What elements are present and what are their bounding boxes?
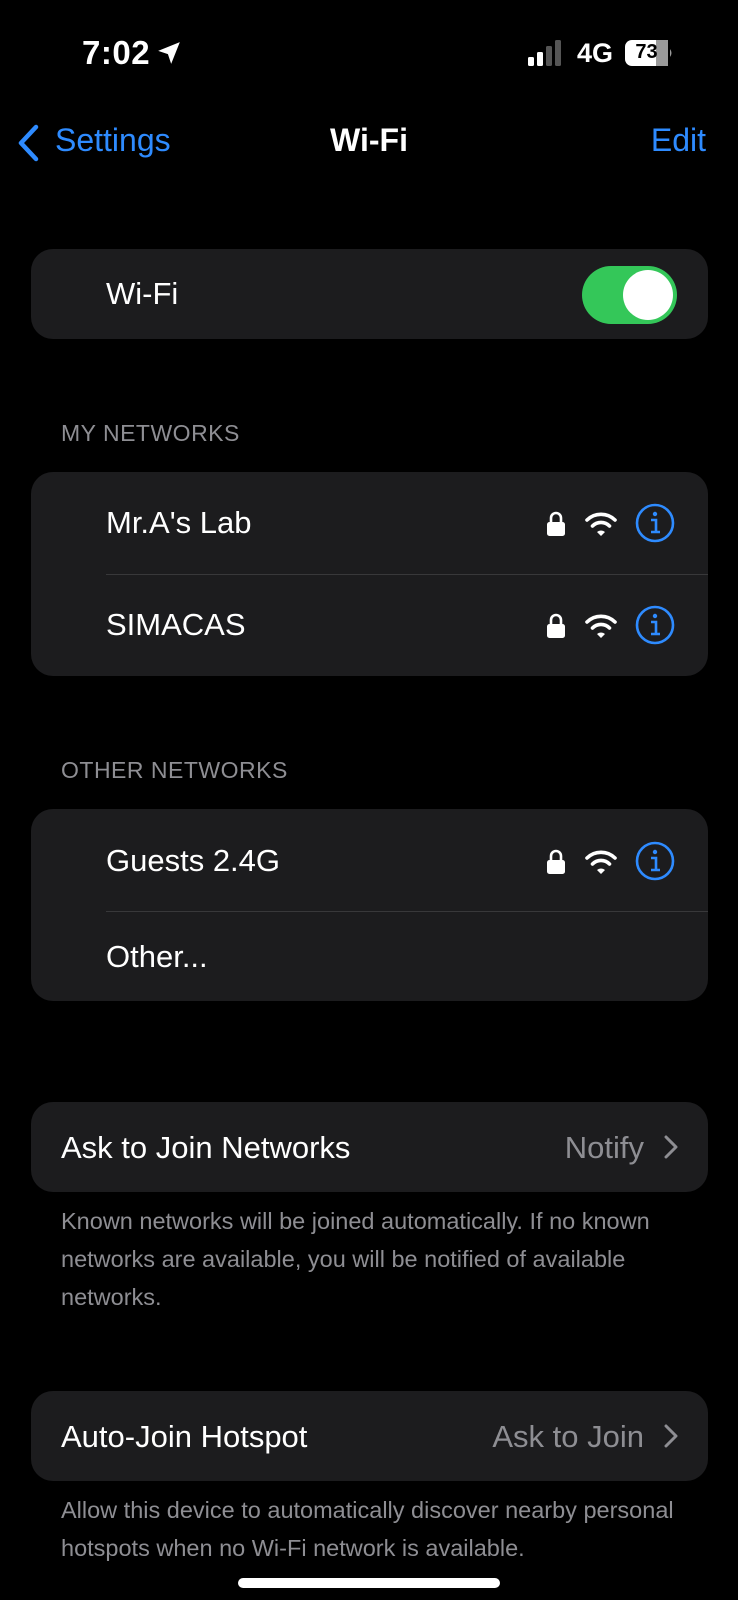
auto-join-hotspot-label: Auto-Join Hotspot: [61, 1419, 308, 1454]
battery-level: 73: [635, 41, 658, 63]
home-indicator[interactable]: [238, 1578, 500, 1588]
wifi-signal-icon: [585, 850, 617, 874]
row-divider: [106, 574, 708, 575]
status-time: 7:02: [82, 34, 151, 71]
network-name: Guests 2.4G: [106, 843, 281, 878]
wifi-toggle[interactable]: [582, 266, 677, 324]
chevron-right-icon: [664, 1135, 678, 1159]
page-title: Wi-Fi: [330, 122, 408, 158]
edit-button[interactable]: Edit: [651, 122, 706, 159]
location-arrow-icon: [158, 42, 180, 64]
network-name: SIMACAS: [106, 607, 246, 642]
cellular-signal-icon: [528, 40, 561, 66]
my-networks-header: MY NETWORKS: [61, 420, 240, 446]
lock-icon: [547, 511, 565, 536]
auto-join-hotspot-footer: Allow this device to automatically disco…: [61, 1497, 674, 1561]
ask-to-join-value: Notify: [564, 1130, 644, 1165]
other-network-button[interactable]: Other...: [106, 939, 208, 975]
ask-to-join-label: Ask to Join Networks: [61, 1130, 351, 1165]
info-icon[interactable]: [635, 841, 675, 881]
wifi-signal-icon: [585, 512, 617, 536]
other-networks-header: OTHER NETWORKS: [61, 757, 288, 783]
toggle-knob: [623, 270, 673, 320]
row-divider: [106, 911, 708, 912]
lock-icon: [547, 613, 565, 638]
info-icon[interactable]: [635, 605, 675, 645]
network-name: Mr.A's Lab: [106, 505, 252, 540]
network-type: 4G: [577, 38, 614, 68]
info-icon[interactable]: [635, 503, 675, 543]
battery-icon: 73: [625, 40, 673, 66]
wifi-signal-icon: [585, 614, 617, 638]
ask-to-join-footer: Known networks will be joined automatica…: [61, 1208, 650, 1310]
auto-join-hotspot-value: Ask to Join: [492, 1419, 644, 1454]
wifi-toggle-label: Wi-Fi: [106, 276, 179, 311]
chevron-right-icon: [664, 1424, 678, 1448]
lock-icon: [547, 849, 565, 874]
